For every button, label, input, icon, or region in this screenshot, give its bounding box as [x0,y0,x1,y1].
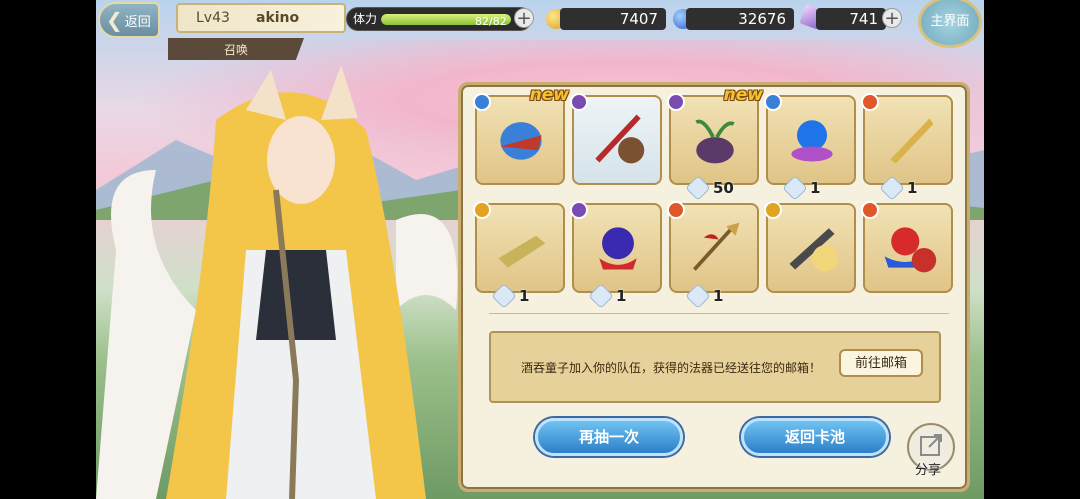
count-value: 1 [713,287,724,305]
item-count: 1 [588,283,627,309]
add-stamina-button[interactable]: + [514,8,534,28]
blue-dragon-shield-icon [500,122,542,160]
red-orb-with-character-icon [884,227,937,273]
item-slot[interactable]: 1 [667,201,759,309]
back-label: 返回 [124,14,151,30]
blue-gem-amount: 32676 [686,8,794,30]
count-value: 1 [810,179,821,197]
back-button[interactable]: ❮ 返回 [98,2,160,38]
new-badge: new [529,85,569,105]
item-count: 1 [879,175,918,201]
crystal-shard-icon [685,175,711,201]
stamina-bar: 体力 82/82 [346,7,532,31]
crystal-shard-icon [782,175,808,201]
item-slot[interactable] [570,93,662,185]
gold-amount: 7407 [560,8,666,30]
item-slot[interactable]: new [473,85,569,185]
item-slot[interactable]: new 50 [667,85,763,201]
crystal-shard-icon [685,283,711,309]
count-value: 50 [713,179,734,197]
item-slot[interactable] [764,201,856,293]
crystal-shard-icon [588,283,614,309]
count-value: 1 [616,287,627,305]
crystal-amount: 741 [816,8,886,30]
red-spear-icon [692,222,740,271]
crystal-shard-icon [879,175,905,201]
character-fox-portrait [96,65,458,499]
crystal-shard-icon [491,283,517,309]
count-value: 1 [907,179,918,197]
item-slot[interactable]: 1 [861,93,953,201]
summon-tab: 召唤 [168,38,304,60]
player-level: Lv43 [196,10,230,26]
item-count: 1 [782,175,821,201]
stamina-label: 体力 [353,12,378,26]
purple-orb-icon [599,227,637,270]
return-to-pool-button[interactable]: 返回卡池 [741,418,889,456]
item-slot[interactable]: 1 [570,201,662,309]
player-info: Lv43 akino [176,3,346,33]
home-label: 主界面 [930,14,970,29]
gold-bar-icon [498,235,546,268]
count-value: 1 [519,287,530,305]
stamina-value: 82/82 [475,15,507,28]
result-message: 酒吞童子加入你的队伍，获得的法器已经送往您的邮箱！ [521,361,822,375]
golden-blade-icon [890,118,934,164]
divider [489,313,949,314]
item-count: 50 [685,175,734,201]
draw-again-button[interactable]: 再抽一次 [535,418,683,456]
add-crystal-button[interactable]: + [882,8,902,28]
summon-result-panel: new new 50 1 1 1 1 1 酒吞童子加入你的队伍，获得的法器已经送往您的邮箱！ … [458,82,970,492]
plant-pot-icon [695,119,735,164]
chevron-left-icon: ❮ [106,8,123,32]
knife-with-character-icon [789,228,839,272]
sword-with-character-icon [595,114,645,164]
item-count: 1 [685,283,724,309]
player-name: akino [256,10,300,26]
new-badge: new [723,85,763,105]
go-to-mailbox-button[interactable]: 前往邮箱 [839,349,923,377]
item-slot[interactable] [861,201,953,293]
share-label: 分享 [915,463,942,478]
blue-orb-icon [791,120,833,162]
item-count: 1 [491,283,530,309]
item-slot[interactable]: 1 [764,93,856,201]
message-scroll: 酒吞童子加入你的队伍，获得的法器已经送往您的邮箱！ 前往邮箱 [489,331,941,403]
item-slot[interactable]: 1 [473,201,565,309]
